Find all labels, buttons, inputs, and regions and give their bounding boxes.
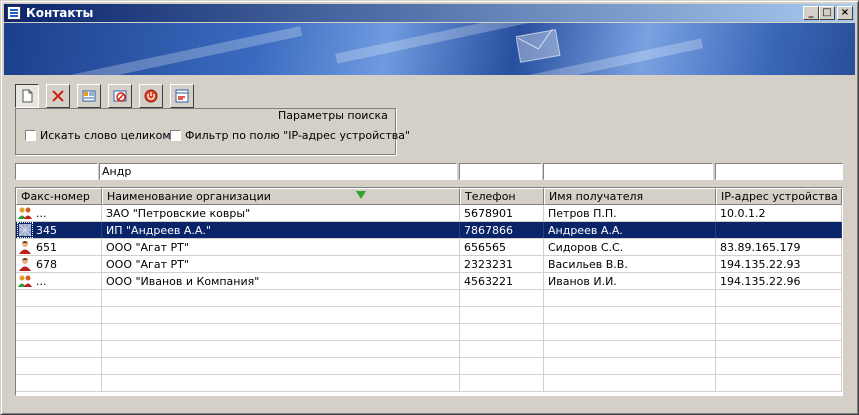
filter-recipient-input[interactable] — [543, 163, 713, 180]
cell-fax: ... — [16, 273, 102, 289]
card-properties-icon — [82, 90, 96, 102]
export-button[interactable] — [170, 84, 194, 108]
cell-recipient: Андреев А.А. — [544, 222, 716, 238]
stop-button[interactable] — [139, 84, 163, 108]
cell-recipient: Сидоров С.С. — [544, 239, 716, 255]
empty-row — [16, 307, 842, 324]
cell-ip: 10.0.1.2 — [716, 205, 842, 221]
column-header-org-label: Наименование организации — [107, 190, 271, 203]
table-row[interactable]: ... ЗАО "Петровские ковры" 5678901 Петро… — [16, 205, 842, 222]
filter-fax-input[interactable] — [15, 163, 98, 180]
cell-ip: 194.135.22.96 — [716, 273, 842, 289]
cell-org: ООО "Агат РТ" — [102, 256, 460, 272]
empty-row — [16, 324, 842, 341]
filter-phone-input[interactable] — [459, 163, 542, 180]
delete-x-icon — [52, 90, 64, 102]
cell-phone: 2323231 — [460, 256, 544, 272]
cell-org: ЗАО "Петровские ковры" — [102, 205, 460, 221]
cell-fax: 678 — [16, 256, 102, 272]
new-document-icon — [22, 89, 33, 103]
table-row[interactable]: ... ООО "Иванов и Компания" 4563221 Иван… — [16, 273, 842, 290]
cell-recipient: Петров П.П. — [544, 205, 716, 221]
group-contact-icon — [18, 275, 32, 287]
column-header-fax[interactable]: Факс-номер — [16, 188, 102, 205]
cell-recipient: Васильев В.В. — [544, 256, 716, 272]
column-header-recipient[interactable]: Имя получателя — [544, 188, 716, 205]
cell-org: ООО "Агат РТ" — [102, 239, 460, 255]
cell-phone: 7867866 — [460, 222, 544, 238]
column-header-phone[interactable]: Телефон — [460, 188, 544, 205]
empty-row — [16, 375, 842, 392]
sort-desc-icon — [356, 191, 366, 199]
whole-word-checkbox-box[interactable] — [25, 130, 36, 141]
whole-word-label: Искать слово целиком — [40, 129, 171, 142]
cell-recipient: Иванов И.И. — [544, 273, 716, 289]
minimize-button[interactable]: _ — [803, 6, 819, 20]
column-header-ip[interactable]: IP-адрес устройства — [716, 188, 842, 205]
cell-fax: 651 — [16, 239, 102, 255]
cell-org: ИП "Андреев А.А." — [102, 222, 460, 238]
column-header-org[interactable]: Наименование организации — [102, 188, 460, 205]
empty-row — [16, 358, 842, 375]
ip-filter-label: Фильтр по полю "IP-адрес устройства" — [185, 129, 411, 142]
contacts-table[interactable]: Факс-номер Наименование организации Теле… — [15, 187, 843, 396]
close-button[interactable]: × — [837, 6, 853, 20]
filter-org-input[interactable]: Андр — [99, 163, 457, 180]
group-contact-icon — [18, 207, 32, 219]
maximize-button[interactable]: □ — [819, 6, 835, 20]
empty-row — [16, 290, 842, 307]
cell-phone: 4563221 — [460, 273, 544, 289]
cell-org: ООО "Иванов и Компания" — [102, 273, 460, 289]
edit-contact-button[interactable] — [108, 84, 132, 108]
cell-ip: 194.135.22.93 — [716, 256, 842, 272]
search-params-title: Параметры поиска — [276, 109, 390, 122]
cell-ip: 83.89.165.179 — [716, 239, 842, 255]
power-icon — [144, 89, 158, 103]
contacts-app-icon[interactable] — [7, 6, 21, 20]
edit-card-icon — [113, 90, 127, 102]
cell-ip — [716, 222, 842, 238]
person-contact-icon — [19, 241, 31, 254]
export-icon — [175, 89, 189, 103]
header-banner — [4, 23, 855, 75]
title-bar[interactable]: Контакты _ □ × — [4, 4, 855, 22]
ip-filter-checkbox-box[interactable] — [170, 130, 181, 141]
envelope-icon — [516, 29, 561, 63]
cell-fax: ... — [16, 205, 102, 221]
table-row-selected[interactable]: 345 ИП "Андреев А.А." 7867866 Андреев А.… — [16, 222, 842, 239]
filter-ip-input[interactable] — [715, 163, 843, 180]
empty-row — [16, 341, 842, 358]
new-contact-button[interactable] — [15, 84, 39, 108]
cell-fax: 345 — [16, 222, 102, 238]
cell-phone: 656565 — [460, 239, 544, 255]
contact-properties-button[interactable] — [77, 84, 101, 108]
window-title: Контакты — [26, 6, 94, 20]
table-row[interactable]: 678 ООО "Агат РТ" 2323231 Васильев В.В. … — [16, 256, 842, 273]
table-row[interactable]: 651 ООО "Агат РТ" 656565 Сидоров С.С. 83… — [16, 239, 842, 256]
person-contact-icon — [19, 258, 31, 271]
cell-phone: 5678901 — [460, 205, 544, 221]
fax-contact-icon — [17, 222, 33, 238]
delete-contact-button[interactable] — [46, 84, 70, 108]
